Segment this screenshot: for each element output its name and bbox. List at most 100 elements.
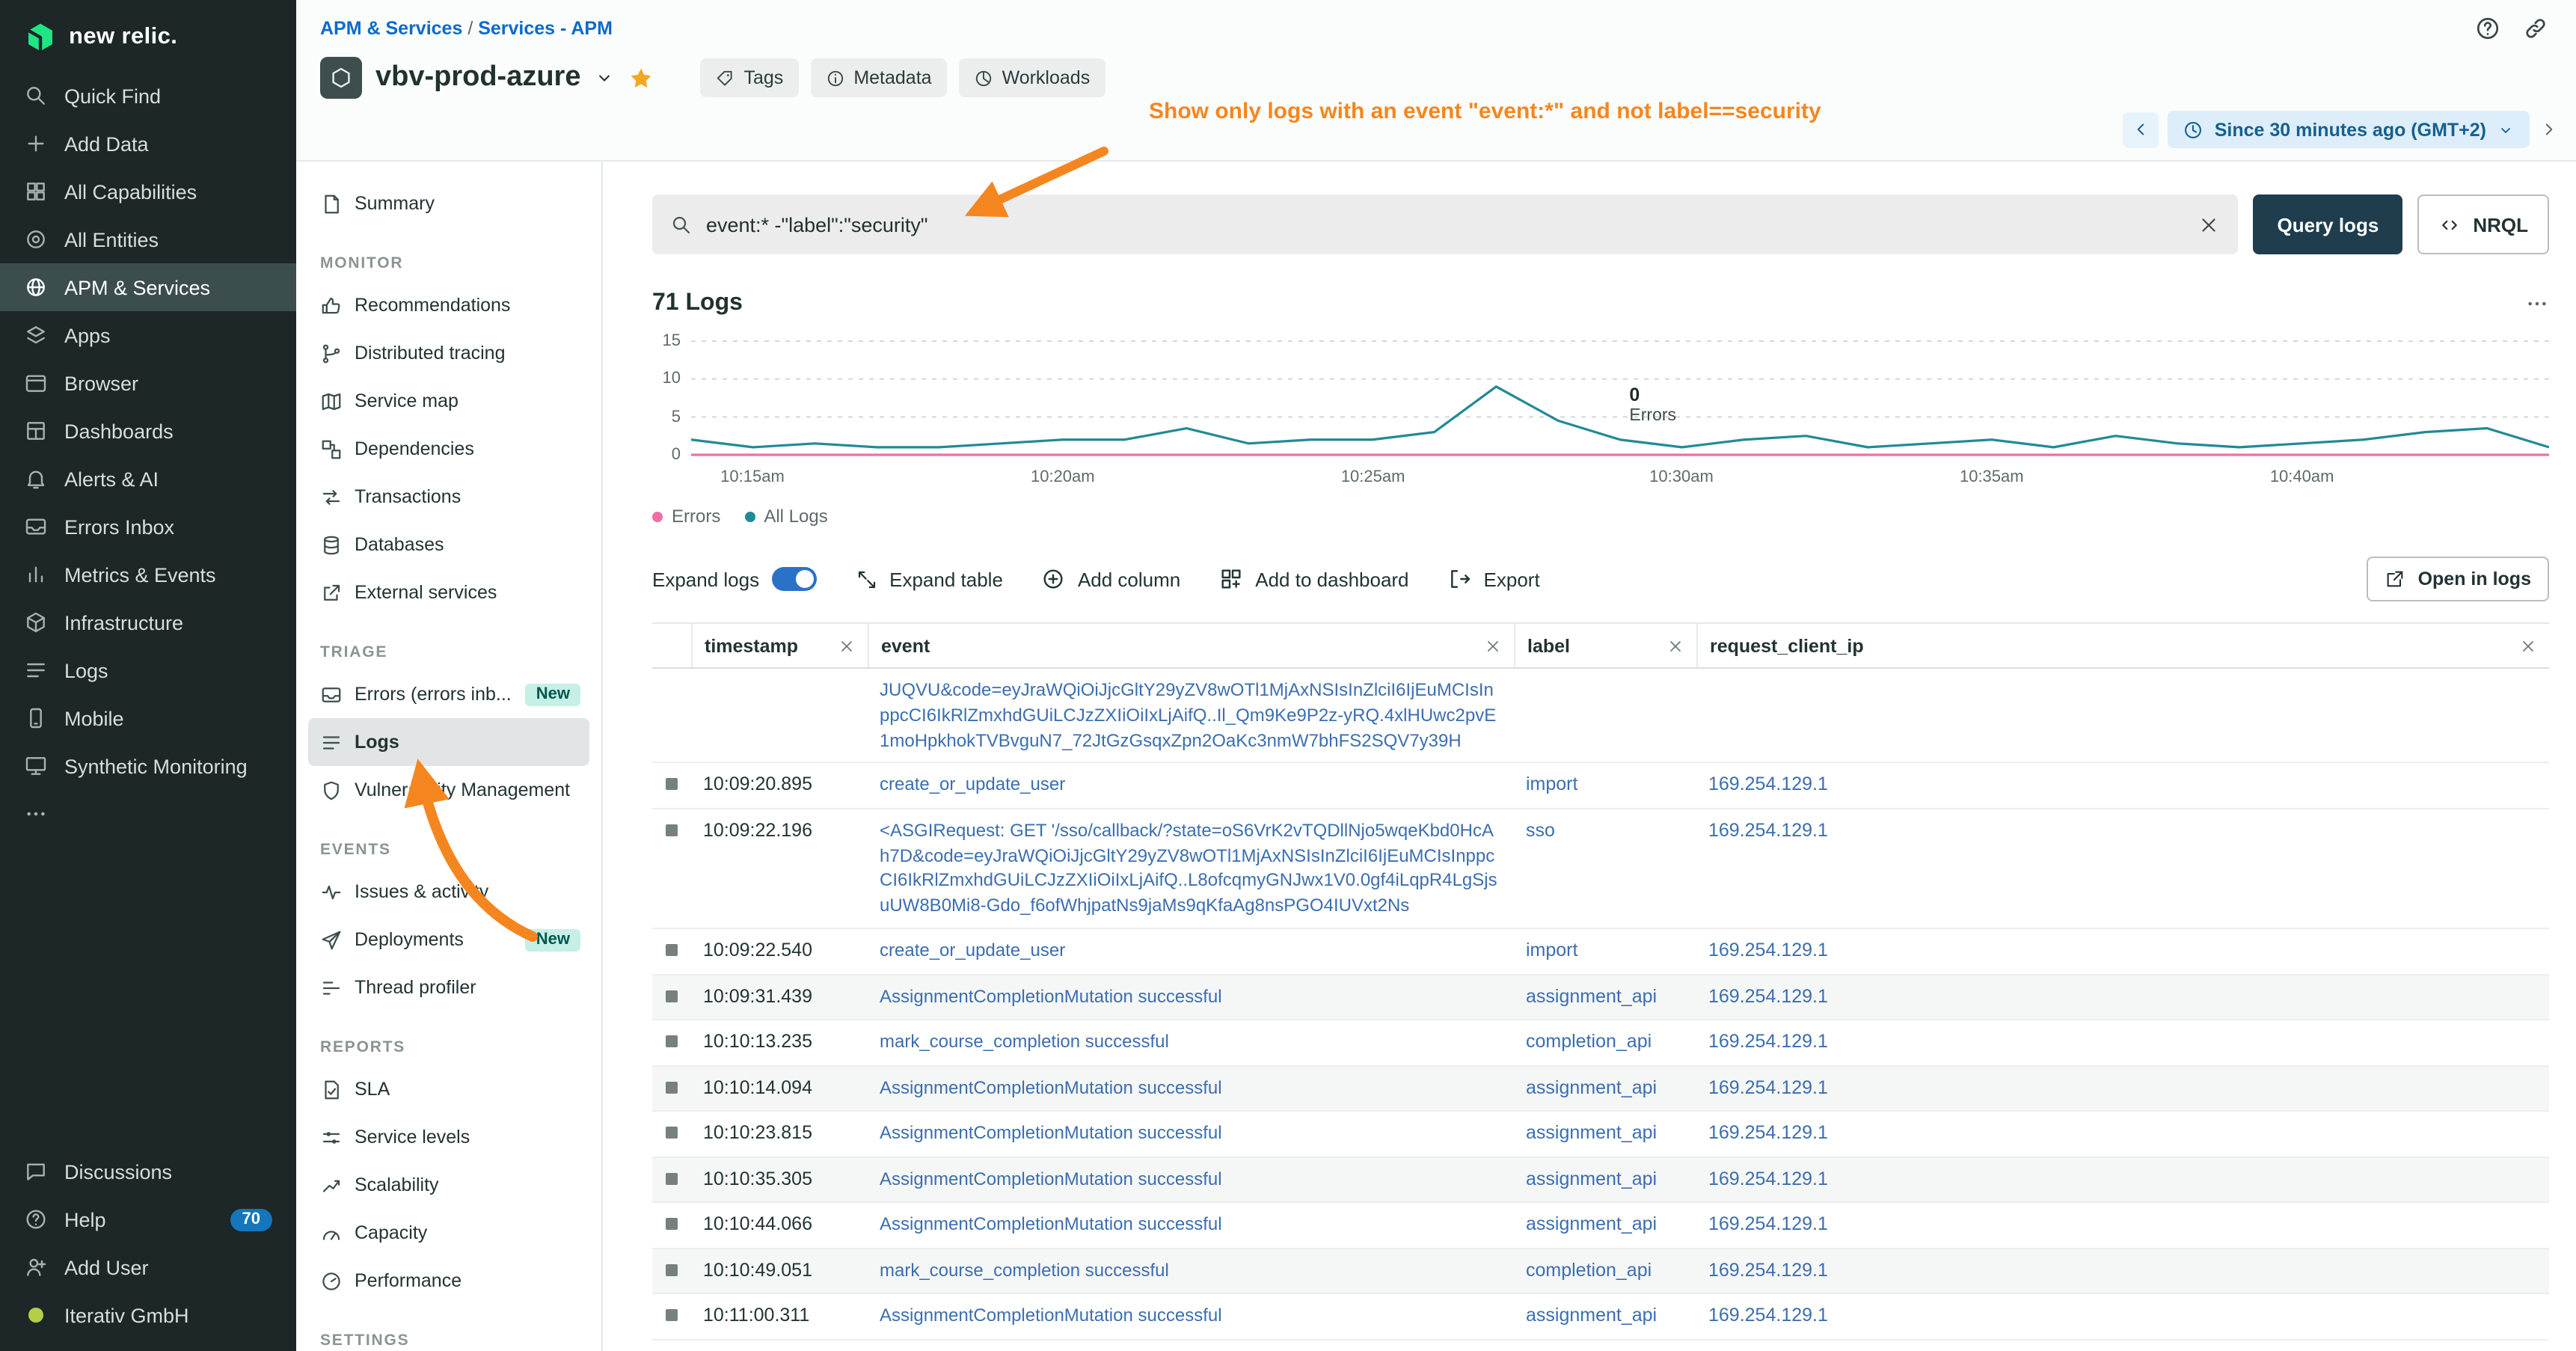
table-row[interactable]: 10:11:00.311 AssignmentCompletionMutatio…	[652, 1294, 2549, 1340]
breadcrumb-apm-services[interactable]: APM & Services	[320, 18, 462, 39]
cell-event[interactable]: create_or_update_user	[868, 929, 1514, 973]
cell-event[interactable]: AssignmentCompletionMutation successful	[868, 1203, 1514, 1247]
row-handle-icon[interactable]	[666, 1081, 678, 1093]
column-header-label[interactable]: label	[1514, 624, 1696, 667]
cell-label[interactable]: import	[1514, 929, 1696, 973]
cell-request-client-ip[interactable]: 169.254.129.1	[1696, 1157, 2549, 1201]
cell-event[interactable]: mark_course_completion successful	[868, 1249, 1514, 1293]
subnav-item-distributed-tracing[interactable]: Distributed tracing	[308, 329, 589, 377]
cell-label[interactable]: assignment_api	[1514, 1066, 1696, 1110]
column-header-timestamp[interactable]: timestamp	[691, 624, 868, 667]
cell-label[interactable]: assignment_api	[1514, 1294, 1696, 1338]
cell-label[interactable]	[1514, 669, 1696, 762]
export-button[interactable]: Export	[1448, 567, 1540, 591]
permalink-icon[interactable]	[2522, 15, 2549, 42]
sidebar-item-mobile[interactable]: Mobile	[0, 694, 296, 742]
row-handle-icon[interactable]	[666, 1218, 678, 1230]
cell-label[interactable]: assignment_api	[1514, 1157, 1696, 1201]
subnav-item-vulnerability-management[interactable]: Vulnerability Management	[308, 766, 589, 814]
sidebar-item-synthetic-monitoring[interactable]: Synthetic Monitoring	[0, 742, 296, 790]
row-handle-icon[interactable]	[666, 1263, 678, 1275]
sidebar-item-help[interactable]: Help 70	[0, 1195, 296, 1243]
column-header-request-client-ip[interactable]: request_client_ip	[1696, 624, 2549, 667]
open-in-logs-button[interactable]: Open in logs	[2367, 557, 2549, 601]
table-row[interactable]: 10:10:14.094 AssignmentCompletionMutatio…	[652, 1066, 2549, 1112]
cell-request-client-ip[interactable]: 169.254.129.1	[1696, 975, 2549, 1019]
remove-column-icon[interactable]	[1484, 637, 1502, 655]
remove-column-icon[interactable]	[1666, 637, 1684, 655]
sidebar-item-more[interactable]	[0, 790, 296, 838]
row-handle-icon[interactable]	[666, 1172, 678, 1184]
column-header-event[interactable]: event	[868, 624, 1514, 667]
cell-event[interactable]: <ASGIRequest: GET '/sso/callback/?state=…	[868, 809, 1514, 928]
row-handle-icon[interactable]	[666, 944, 678, 956]
subnav-item-service-levels[interactable]: Service levels	[308, 1113, 589, 1161]
remove-column-icon[interactable]	[838, 637, 856, 655]
cell-request-client-ip[interactable]: 169.254.129.1	[1696, 1020, 2549, 1064]
row-handle-icon[interactable]	[666, 1035, 678, 1047]
cell-event[interactable]: AssignmentCompletionMutation successful	[868, 1066, 1514, 1110]
nrql-button[interactable]: NRQL	[2417, 194, 2549, 254]
cell-event[interactable]: JUQVU&code=eyJraWQiOiJjcGltY29yZV8wOTl1M…	[868, 669, 1514, 762]
time-back-button[interactable]	[2123, 111, 2159, 147]
sidebar-item-alerts-ai[interactable]: Alerts & AI	[0, 455, 296, 503]
row-handle-icon[interactable]	[666, 1309, 678, 1321]
pill-metadata[interactable]: Metadata	[810, 58, 946, 97]
cell-request-client-ip[interactable]	[1696, 669, 2549, 762]
subnav-item-deployments[interactable]: Deployments New	[308, 916, 589, 964]
cell-event[interactable]: create_or_update_user	[868, 764, 1514, 808]
time-range-button[interactable]: Since 30 minutes ago (GMT+2)	[2168, 111, 2530, 148]
sidebar-item-add-data[interactable]: Add Data	[0, 120, 296, 168]
subnav-item-performance[interactable]: Performance	[308, 1257, 589, 1305]
cell-request-client-ip[interactable]: 169.254.129.1	[1696, 929, 2549, 973]
cell-event[interactable]: mark_course_completion successful	[868, 1020, 1514, 1064]
sidebar-item-all-entities[interactable]: All Entities	[0, 215, 296, 263]
cell-request-client-ip[interactable]: 169.254.129.1	[1696, 1249, 2549, 1293]
subnav-item-issues-activity[interactable]: Issues & activity	[308, 868, 589, 916]
time-forward-button[interactable]	[2539, 120, 2558, 139]
chart-plot-area[interactable]: 0Errors	[691, 332, 2549, 464]
sidebar-item-all-capabilities[interactable]: All Capabilities	[0, 168, 296, 215]
sidebar-item-logs[interactable]: Logs	[0, 646, 296, 694]
favorite-star-icon[interactable]	[629, 65, 654, 91]
table-row[interactable]: 10:09:22.196 <ASGIRequest: GET '/sso/cal…	[652, 809, 2549, 929]
legend-errors[interactable]: Errors	[652, 506, 720, 527]
sidebar-item-iterativ-gmbh[interactable]: Iterativ GmbH	[0, 1291, 296, 1339]
subnav-item-dependencies[interactable]: Dependencies	[308, 425, 589, 473]
cell-label[interactable]: assignment_api	[1514, 1112, 1696, 1156]
cell-label[interactable]: completion_api	[1514, 1249, 1696, 1293]
cell-label[interactable]: completion_api	[1514, 1020, 1696, 1064]
table-row[interactable]: 10:10:13.235 mark_course_completion succ…	[652, 1020, 2549, 1066]
legend-all-logs[interactable]: All Logs	[744, 506, 827, 527]
toggle-on-icon[interactable]	[771, 567, 816, 591]
expand-table-button[interactable]: Expand table	[855, 568, 1003, 590]
subnav-item-scalability[interactable]: Scalability	[308, 1161, 589, 1209]
subnav-item-capacity[interactable]: Capacity	[308, 1209, 589, 1257]
newrelic-logo[interactable]: new relic.	[0, 0, 296, 72]
subnav-item-transactions[interactable]: Transactions	[308, 473, 589, 521]
cell-request-client-ip[interactable]: 169.254.129.1	[1696, 1112, 2549, 1156]
sidebar-item-add-user[interactable]: Add User	[0, 1243, 296, 1291]
cell-label[interactable]: sso	[1514, 809, 1696, 928]
cell-request-client-ip[interactable]: 169.254.129.1	[1696, 1203, 2549, 1247]
table-row[interactable]: 10:09:22.540 create_or_update_user impor…	[652, 929, 2549, 975]
add-column-button[interactable]: Add column	[1042, 567, 1180, 591]
table-row[interactable]: 10:10:23.815 AssignmentCompletionMutatio…	[652, 1112, 2549, 1157]
pill-workloads[interactable]: Workloads	[959, 58, 1105, 97]
cell-request-client-ip[interactable]: 169.254.129.1	[1696, 1294, 2549, 1338]
row-handle-icon[interactable]	[666, 779, 678, 791]
subnav-item-service-map[interactable]: Service map	[308, 377, 589, 425]
cell-event[interactable]: AssignmentCompletionMutation successful	[868, 1112, 1514, 1156]
sidebar-item-discussions[interactable]: Discussions	[0, 1148, 296, 1195]
breadcrumb-services-apm[interactable]: Services - APM	[478, 18, 613, 39]
table-row[interactable]: 10:10:44.066 AssignmentCompletionMutatio…	[652, 1203, 2549, 1249]
subnav-item-databases[interactable]: Databases	[308, 521, 589, 569]
sidebar-item-apm-services[interactable]: APM & Services	[0, 263, 296, 311]
cell-label[interactable]: assignment_api	[1514, 1203, 1696, 1247]
cell-event[interactable]: AssignmentCompletionMutation successful	[868, 1157, 1514, 1201]
table-row[interactable]: 10:09:31.439 AssignmentCompletionMutatio…	[652, 975, 2549, 1020]
cell-request-client-ip[interactable]: 169.254.129.1	[1696, 764, 2549, 808]
table-row[interactable]: 10:10:35.305 AssignmentCompletionMutatio…	[652, 1157, 2549, 1203]
expand-logs-toggle[interactable]: Expand logs	[652, 567, 816, 591]
cell-label[interactable]: import	[1514, 764, 1696, 808]
